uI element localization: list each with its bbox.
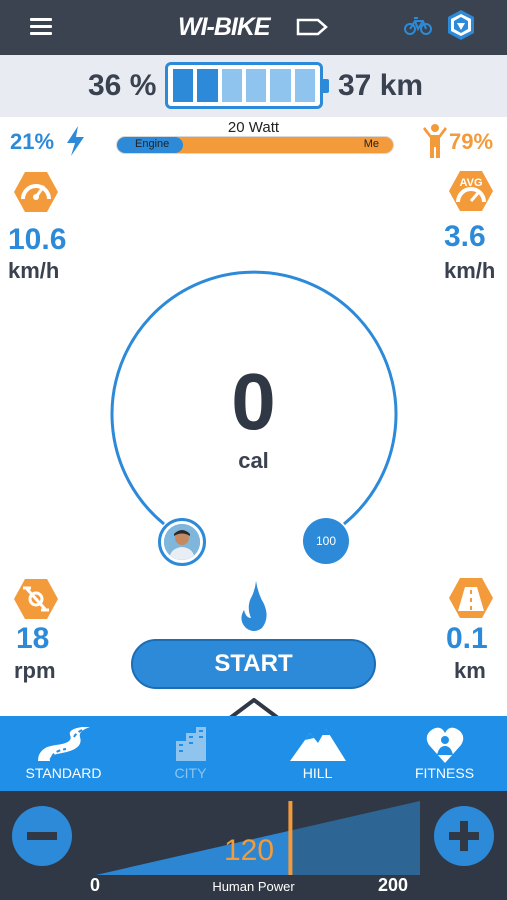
tab-hill-label: HILL bbox=[302, 765, 333, 781]
power-split-row: 21% 20 Watt Engine Me 79% bbox=[0, 117, 507, 167]
distance-unit: km bbox=[454, 658, 486, 683]
avg-icon-text: AVG bbox=[459, 177, 482, 189]
plus-icon-v bbox=[460, 821, 468, 851]
battery-cell bbox=[197, 69, 218, 102]
battery-cap bbox=[323, 79, 329, 93]
tab-city-label: CITY bbox=[174, 765, 207, 781]
avg-speedometer-icon: AVG bbox=[449, 171, 493, 211]
tab-standard[interactable]: STANDARD bbox=[0, 716, 127, 791]
battery-percent: 36 % bbox=[88, 69, 157, 102]
tab-fitness-label: FITNESS bbox=[414, 765, 475, 781]
human-power-value: 120 bbox=[224, 834, 275, 867]
avg-speed-value: 3.6 bbox=[444, 220, 486, 253]
hamburger-icon[interactable] bbox=[30, 16, 54, 38]
battery-cell bbox=[173, 69, 194, 102]
battery-cell bbox=[221, 69, 242, 102]
user-avatar[interactable] bbox=[158, 518, 206, 566]
logo-arrow-icon bbox=[296, 18, 328, 36]
slider-handle[interactable] bbox=[288, 801, 293, 875]
person-photo-icon bbox=[164, 524, 200, 560]
me-percent: 79% bbox=[449, 129, 494, 154]
road-curve-icon bbox=[37, 727, 90, 761]
road-icon bbox=[449, 578, 493, 618]
app-logo: WI-BIKE bbox=[178, 12, 330, 42]
battery-cell bbox=[270, 69, 291, 102]
avatar-image bbox=[164, 524, 200, 560]
tab-hill[interactable]: HILL bbox=[254, 716, 381, 791]
human-power-panel: 120 0 Human Power 200 bbox=[0, 791, 507, 900]
app-title: WI-BIKE bbox=[178, 13, 271, 41]
battery-cell bbox=[294, 69, 315, 102]
pedal-crank-icon bbox=[14, 579, 58, 619]
battery-cell bbox=[245, 69, 267, 102]
battery-cells bbox=[173, 69, 315, 102]
engine-label: Engine bbox=[135, 138, 170, 150]
speedometer-icon bbox=[14, 172, 58, 212]
flame-icon bbox=[241, 581, 267, 631]
bicycle-icon[interactable] bbox=[404, 14, 432, 36]
battery-range: 37 km bbox=[338, 69, 424, 102]
speed-value: 10.6 bbox=[8, 223, 67, 256]
battery-indicator bbox=[165, 62, 329, 109]
speed-unit: km/h bbox=[8, 258, 60, 283]
tab-fitness[interactable]: FITNESS bbox=[381, 716, 507, 791]
increase-button[interactable] bbox=[434, 806, 494, 866]
chevron-up-icon[interactable] bbox=[226, 698, 282, 718]
top-bar: WI-BIKE bbox=[0, 0, 507, 55]
distance-value: 0.1 bbox=[446, 622, 488, 655]
tab-standard-label: STANDARD bbox=[25, 765, 102, 781]
mountains-icon bbox=[289, 729, 346, 761]
human-power-max: 200 bbox=[378, 875, 409, 895]
start-button[interactable]: START bbox=[131, 639, 376, 689]
calorie-value: 0 bbox=[231, 357, 276, 446]
cadence-value: 18 bbox=[16, 622, 50, 655]
mode-tabs: STANDARD CITY HILL FITNESS bbox=[0, 716, 507, 791]
piaggio-logo-icon[interactable] bbox=[446, 9, 476, 41]
tab-city[interactable]: CITY bbox=[127, 716, 254, 791]
decrease-button[interactable] bbox=[12, 806, 72, 866]
battery-panel: 36 % 37 km bbox=[0, 55, 507, 117]
me-label: Me bbox=[363, 138, 379, 150]
power-split-bar: Engine Me bbox=[116, 136, 394, 154]
calorie-unit: cal bbox=[238, 448, 269, 473]
human-power-label: Human Power bbox=[212, 879, 295, 894]
heart-person-icon bbox=[426, 727, 463, 763]
minus-icon bbox=[27, 832, 57, 840]
avg-speed-unit: km/h bbox=[444, 258, 496, 283]
person-arms-up-icon bbox=[423, 124, 447, 158]
city-buildings-icon bbox=[175, 727, 206, 761]
calorie-target[interactable]: 100 bbox=[303, 518, 349, 564]
cadence-unit: rpm bbox=[14, 658, 56, 683]
